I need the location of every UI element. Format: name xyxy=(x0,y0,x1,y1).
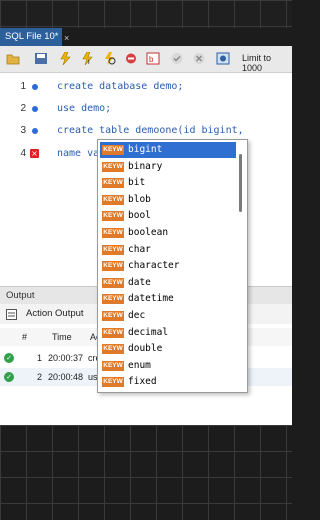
row-time: 20:00:48 xyxy=(48,372,84,382)
autocomplete-item-label: datetime xyxy=(128,293,174,305)
tab-sql-file[interactable]: SQL File 10* xyxy=(0,28,62,46)
line-number: 2 xyxy=(20,103,26,114)
background-grid-top xyxy=(0,0,292,28)
row-num: 2 xyxy=(37,372,43,382)
keyword-badge: KEYW xyxy=(102,261,124,272)
save-icon[interactable] xyxy=(34,52,48,65)
autocomplete-item[interactable]: KEYW boolean xyxy=(100,225,236,241)
autocomplete-item-label: dec xyxy=(128,310,146,321)
autocomplete-item[interactable]: KEYW dec xyxy=(100,308,236,324)
autocomplete-item-label: date xyxy=(128,276,151,288)
autocomplete-item-label: boolean xyxy=(128,227,169,238)
autocomplete-item-label: bit xyxy=(128,177,146,189)
col-time-header: Time xyxy=(52,332,72,342)
autocomplete-item[interactable]: KEYW char xyxy=(100,242,236,258)
svg-text:I: I xyxy=(88,60,90,65)
open-folder-icon[interactable] xyxy=(6,52,20,65)
editor-line: 1 create database demo; xyxy=(0,76,292,98)
autocomplete-item-label: blob xyxy=(128,193,151,205)
col-num-header: # xyxy=(22,332,28,342)
keyword-badge: KEYW xyxy=(102,161,124,172)
background-grid-bottom xyxy=(0,425,292,520)
rollback-icon[interactable] xyxy=(192,52,206,65)
code-text: create database demo; xyxy=(57,81,184,92)
autocomplete-item[interactable]: KEYW bit xyxy=(100,175,236,191)
code-text: use demo; xyxy=(57,103,112,114)
keyword-badge: KEYW xyxy=(102,377,124,388)
autocomplete-item-label: bool xyxy=(128,210,151,222)
line-number: 3 xyxy=(20,125,26,136)
keyword-badge: KEYW xyxy=(102,211,124,222)
keyword-badge: KEYW xyxy=(102,228,124,238)
autocomplete-item-label: char xyxy=(128,243,151,255)
commit-icon[interactable] xyxy=(170,52,184,65)
popup-scrollbar[interactable] xyxy=(239,154,242,212)
autocomplete-item-label: decimal xyxy=(128,326,169,338)
keyword-badge: KEYW xyxy=(102,244,124,255)
autocomplete-item[interactable]: KEYW datetime xyxy=(100,291,236,307)
statement-marker-icon xyxy=(32,84,38,90)
keyword-badge: KEYW xyxy=(102,360,124,371)
keyword-badge: KEYW xyxy=(102,145,124,155)
row-num: 1 xyxy=(37,353,43,363)
autocomplete-item[interactable]: KEYW double xyxy=(100,341,236,357)
success-icon: ✓ xyxy=(4,353,14,363)
output-title: Output xyxy=(6,290,35,301)
line-number: 1 xyxy=(20,81,26,92)
keyword-badge: KEYW xyxy=(102,294,124,305)
execute-icon[interactable] xyxy=(58,51,72,66)
keyword-badge: KEYW xyxy=(102,344,124,355)
editor-toolbar: I b Limit to 1000 xyxy=(0,46,292,73)
autocomplete-item[interactable]: KEYW bool xyxy=(100,208,236,224)
action-output-icon xyxy=(6,309,17,320)
autocomplete-popup: KEYW bigint KEYW binary KEYW bit KEYW blob KEYW b… xyxy=(97,139,248,393)
keyword-badge: KEYW xyxy=(102,194,124,205)
keyword-badge: KEYW xyxy=(102,178,124,189)
editor-line: 2 use demo; xyxy=(0,98,292,120)
statement-marker-icon xyxy=(32,106,38,112)
row-time: 20:00:37 xyxy=(48,353,84,363)
keyword-badge: KEYW xyxy=(102,311,124,321)
success-icon: ✓ xyxy=(4,372,14,382)
autocomplete-item[interactable]: KEYW date xyxy=(100,275,236,291)
explain-icon[interactable] xyxy=(102,52,116,65)
stop-icon[interactable] xyxy=(124,52,138,65)
autocomplete-item[interactable]: KEYW decimal xyxy=(100,325,236,341)
autocomplete-item-label: fixed xyxy=(128,376,157,388)
tab-close-icon[interactable]: × xyxy=(64,33,69,43)
execute-current-icon[interactable]: I xyxy=(80,51,94,66)
svg-text:b: b xyxy=(149,55,154,64)
autocomplete-item[interactable]: KEYW character xyxy=(100,258,236,274)
line-number: 4 xyxy=(20,148,26,159)
keyword-badge: KEYW xyxy=(102,277,124,288)
autocomplete-item[interactable]: KEYW blob xyxy=(100,192,236,208)
syntax-error-icon: × xyxy=(30,149,39,158)
autocomplete-item-label: double xyxy=(128,343,163,355)
autocomplete-item-label: binary xyxy=(128,160,163,172)
autocomplete-item[interactable]: KEYW enum xyxy=(100,358,236,374)
autocomplete-item[interactable]: KEYW bigint xyxy=(100,142,236,158)
autocomplete-item-label: bigint xyxy=(128,144,163,155)
autocomplete-item-label: enum xyxy=(128,359,151,371)
statement-marker-icon xyxy=(32,128,38,134)
action-output-label: Action Output xyxy=(26,308,84,319)
autocomplete-item-label: character xyxy=(128,260,180,272)
autocomplete-item[interactable]: KEYW binary xyxy=(100,159,236,175)
keyword-badge: KEYW xyxy=(102,327,124,338)
autocommit-icon[interactable] xyxy=(216,52,230,65)
tab-title: SQL File 10* xyxy=(5,31,59,42)
autocomplete-item[interactable]: KEYW fixed xyxy=(100,374,236,390)
toggle-icon[interactable]: b xyxy=(146,52,160,65)
limit-rows-select[interactable]: Limit to 1000 xyxy=(242,53,292,73)
